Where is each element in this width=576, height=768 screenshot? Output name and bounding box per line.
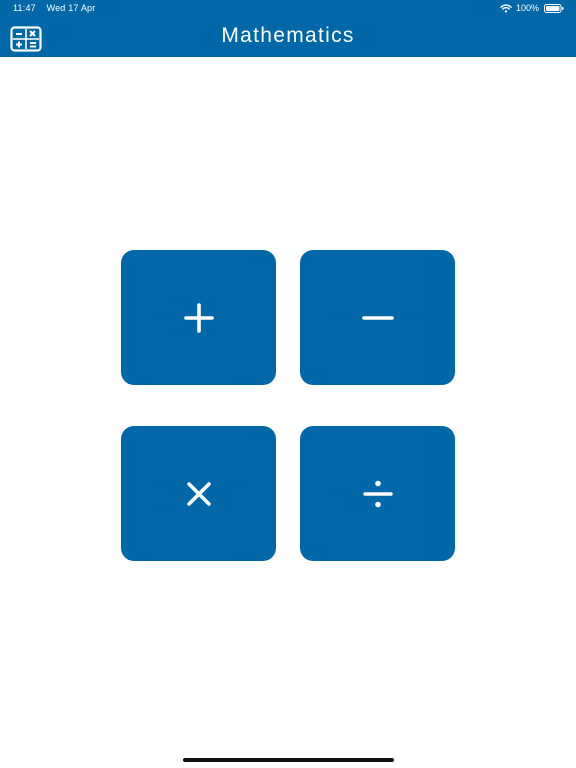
subtraction-button[interactable] (300, 250, 455, 385)
status-bar-left: 11:47 Wed 17 Apr (13, 3, 103, 13)
battery-percent: 100% (515, 3, 539, 13)
app-screen: 11:47 Wed 17 Apr 100% Mathematics (0, 0, 576, 768)
plus-icon (183, 302, 214, 333)
home-indicator[interactable] (183, 758, 394, 762)
status-bar-right: 100% (500, 2, 564, 14)
division-button[interactable] (300, 426, 455, 561)
minus-icon (361, 315, 394, 320)
divide-icon (362, 480, 393, 507)
status-date: Wed 17 Apr (46, 3, 96, 13)
status-time: 11:47 (13, 3, 36, 13)
wifi-icon (500, 3, 512, 13)
battery-icon (544, 3, 564, 13)
addition-button[interactable] (121, 250, 276, 385)
top-bar: 11:47 Wed 17 Apr 100% Mathematics (0, 0, 576, 57)
times-icon (186, 481, 211, 506)
multiplication-button[interactable] (121, 426, 276, 561)
page-title: Mathematics (221, 24, 355, 47)
